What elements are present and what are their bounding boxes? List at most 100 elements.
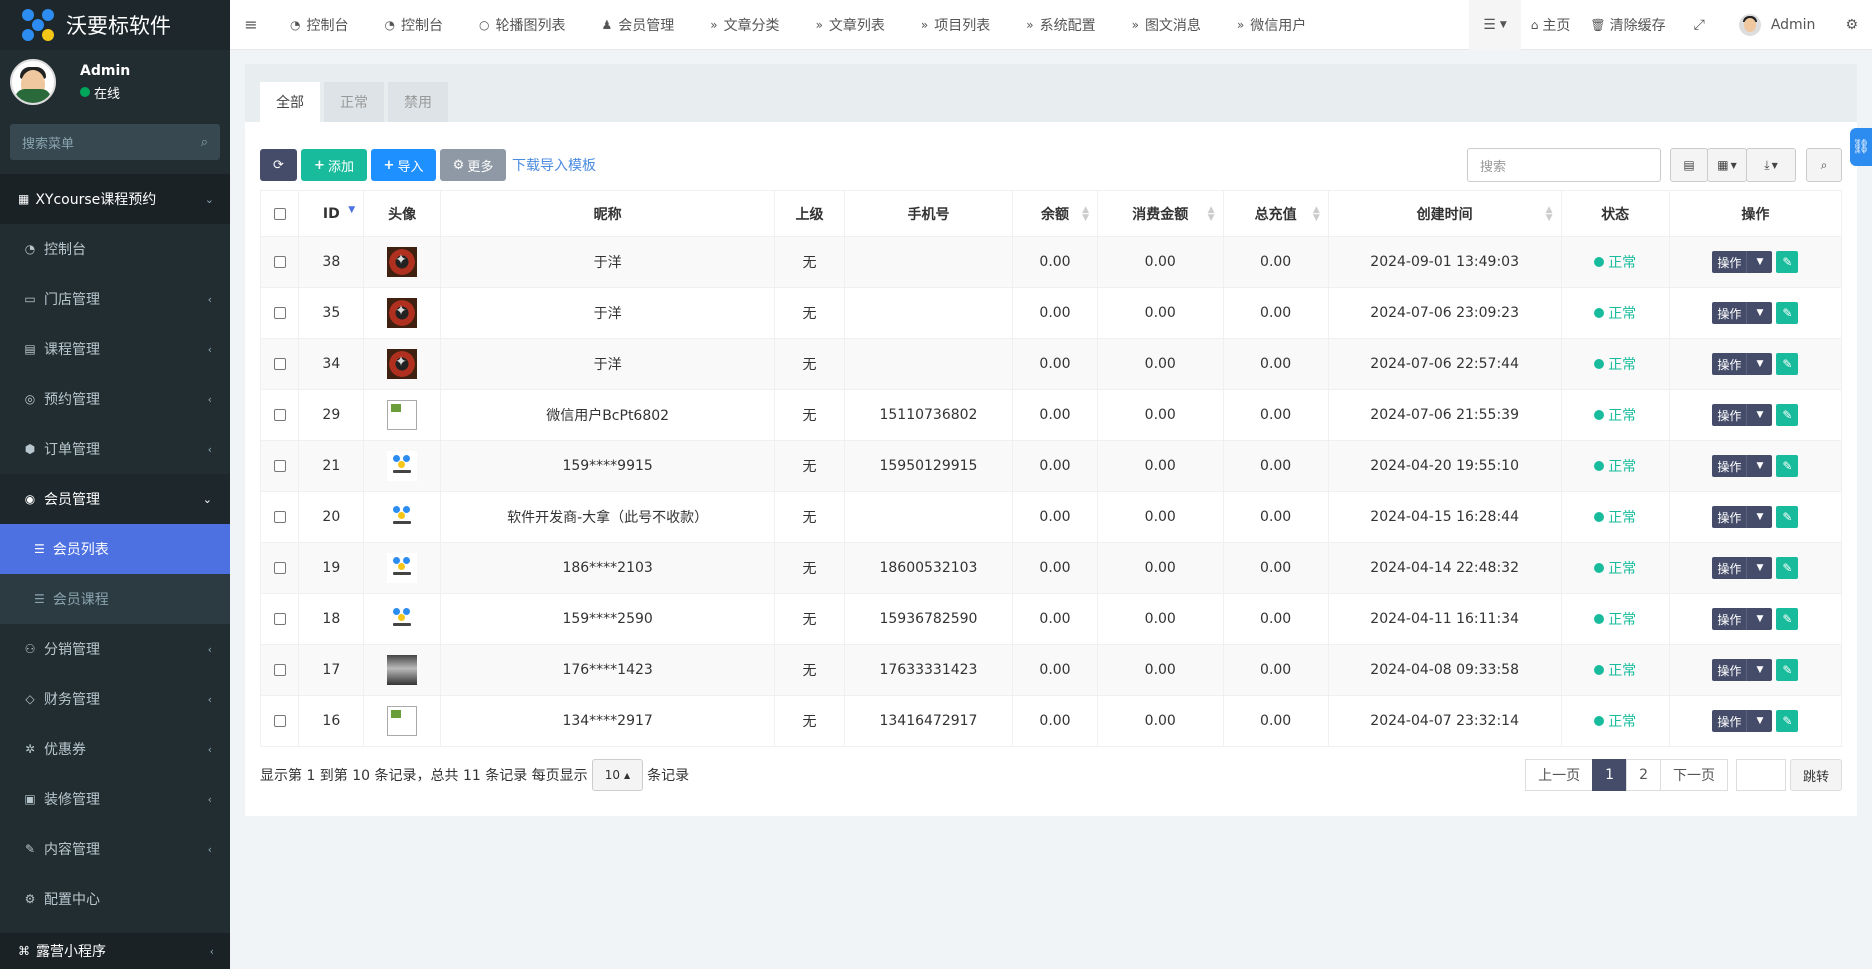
edit-icon[interactable]: ✎ <box>1776 302 1799 324</box>
nav-tab-article-category[interactable]: » 文章分类 <box>692 0 797 50</box>
menu-group-xycourse[interactable]: ▦ XYcourse课程预约 ⌄ <box>0 174 230 224</box>
download-template-link[interactable]: 下载导入模板 <box>512 155 596 175</box>
prev-page-button[interactable]: 上一页 <box>1525 759 1594 791</box>
nav-tab-dashboard-2[interactable]: ◔ 控制台 <box>366 0 460 50</box>
operation-button[interactable]: 操作 <box>1712 710 1747 732</box>
edit-icon[interactable]: ✎ <box>1776 506 1799 528</box>
nav-tab-wechat-user[interactable]: » 微信用户 <box>1219 0 1324 50</box>
search-button[interactable]: ⌕ <box>1806 148 1842 182</box>
row-checkbox[interactable] <box>273 256 286 268</box>
nav-tab-project-list[interactable]: » 项目列表 <box>903 0 1008 50</box>
sidebar-item-finance[interactable]: ◇ 财务管理 ‹ <box>0 674 230 724</box>
sidebar-item-decoration[interactable]: ▣ 装修管理 ‹ <box>0 774 230 824</box>
sidebar-item-distribution[interactable]: ⚇ 分销管理 ‹ <box>0 624 230 674</box>
status-badge[interactable]: 正常 <box>1594 456 1636 476</box>
page-1-button[interactable]: 1 <box>1592 759 1628 791</box>
edit-icon[interactable]: ✎ <box>1776 710 1799 732</box>
sidebar-item-coupon[interactable]: ✲ 优惠券 ‹ <box>0 724 230 774</box>
more-button[interactable]: ⚙ 更多 <box>440 149 506 181</box>
col-id[interactable]: ID ▼ <box>298 190 365 237</box>
row-checkbox[interactable] <box>273 409 286 421</box>
operation-button[interactable]: 操作 <box>1712 251 1747 273</box>
nav-tab-news[interactable]: » 图文消息 <box>1114 0 1219 50</box>
nav-tab-article-list[interactable]: » 文章列表 <box>798 0 903 50</box>
sidebar-item-config[interactable]: ⚙ 配置中心 <box>0 874 230 924</box>
status-badge[interactable]: 正常 <box>1594 405 1636 425</box>
sidebar-item-member[interactable]: ◉ 会员管理 ⌄ <box>0 474 230 524</box>
caret-down-icon[interactable]: ▼ <box>1746 353 1773 375</box>
row-checkbox[interactable] <box>273 307 286 319</box>
tab-disabled[interactable]: 禁用 <box>388 82 448 122</box>
sidebar-subitem-member-list[interactable]: ☰ 会员列表 <box>0 524 230 574</box>
import-button[interactable]: + 导入 <box>371 149 436 181</box>
edit-icon[interactable]: ✎ <box>1776 608 1799 630</box>
edit-icon[interactable]: ✎ <box>1776 251 1799 273</box>
home-link[interactable]: ⌂ 主页 <box>1521 0 1581 50</box>
row-checkbox[interactable] <box>273 562 286 574</box>
row-checkbox[interactable] <box>273 715 286 727</box>
status-badge[interactable]: 正常 <box>1594 609 1636 629</box>
caret-down-icon[interactable]: ▼ <box>1746 506 1773 528</box>
status-badge[interactable]: 正常 <box>1594 303 1636 323</box>
sidebar-item-store[interactable]: ▭ 门店管理 ‹ <box>0 274 230 324</box>
menu-group-camping[interactable]: ⌘ 露营小程序 ‹ <box>0 933 230 969</box>
caret-down-icon[interactable]: ▼ <box>1746 302 1773 324</box>
operation-button[interactable]: 操作 <box>1712 506 1747 528</box>
refresh-button[interactable]: ⟳ <box>260 149 297 181</box>
tab-all[interactable]: 全部 <box>260 82 320 122</box>
operation-button[interactable]: 操作 <box>1712 608 1747 630</box>
operation-button[interactable]: 操作 <box>1712 659 1747 681</box>
jump-button[interactable]: 跳转 <box>1789 759 1842 791</box>
columns-button[interactable]: ▦ ▼ <box>1707 148 1747 182</box>
nav-tab-dashboard-1[interactable]: ◔ 控制台 <box>272 0 366 50</box>
operation-button[interactable]: 操作 <box>1712 302 1747 324</box>
operation-button[interactable]: 操作 <box>1712 353 1747 375</box>
row-checkbox[interactable] <box>273 460 286 472</box>
add-button[interactable]: + 添加 <box>301 149 367 181</box>
status-badge[interactable]: 正常 <box>1594 711 1636 731</box>
col-recharge[interactable]: 总充值 ▲ ▼ <box>1222 190 1329 237</box>
row-checkbox[interactable] <box>273 511 286 523</box>
caret-down-icon[interactable]: ▼ <box>1746 251 1773 273</box>
status-badge[interactable]: 正常 <box>1594 252 1636 272</box>
side-link-icon[interactable]: ⛓ <box>1850 128 1872 166</box>
caret-down-icon[interactable]: ▼ <box>1746 659 1773 681</box>
sidebar-toggle-icon[interactable]: ≡ <box>230 15 272 34</box>
select-all-checkbox[interactable] <box>273 207 286 220</box>
tab-normal[interactable]: 正常 <box>324 82 384 122</box>
page-size-dropdown[interactable]: 10 ▲ <box>591 759 644 791</box>
row-checkbox[interactable] <box>273 664 286 676</box>
col-spent[interactable]: 消费金额 ▲ ▼ <box>1097 190 1224 237</box>
col-created[interactable]: 创建时间 ▲ ▼ <box>1327 190 1562 237</box>
sidebar-item-booking[interactable]: ◎ 预约管理 ‹ <box>0 374 230 424</box>
export-button[interactable]: ⤓ ▼ <box>1746 148 1796 182</box>
nav-tab-member[interactable]: ♟ 会员管理 <box>583 0 692 50</box>
jump-page-input[interactable] <box>1735 759 1786 791</box>
clear-cache-button[interactable]: 🗑 清除缓存 <box>1580 0 1675 50</box>
page-2-button[interactable]: 2 <box>1626 759 1661 791</box>
row-checkbox[interactable] <box>273 613 286 625</box>
edit-icon[interactable]: ✎ <box>1776 455 1799 477</box>
status-badge[interactable]: 正常 <box>1594 354 1636 374</box>
fullscreen-icon[interactable]: ⤢ <box>1676 0 1723 50</box>
nav-tab-banner-list[interactable]: ○ 轮播图列表 <box>461 0 583 50</box>
operation-button[interactable]: 操作 <box>1712 557 1747 579</box>
row-checkbox[interactable] <box>273 358 286 370</box>
next-page-button[interactable]: 下一页 <box>1659 759 1728 791</box>
edit-icon[interactable]: ✎ <box>1776 557 1799 579</box>
admin-menu[interactable]: Admin <box>1723 0 1832 50</box>
sidebar-item-dashboard[interactable]: ◔ 控制台 <box>0 224 230 274</box>
sidebar-item-course[interactable]: ▤ 课程管理 ‹ <box>0 324 230 374</box>
status-badge[interactable]: 正常 <box>1594 558 1636 578</box>
col-balance[interactable]: 余额 ▲ ▼ <box>1011 190 1099 237</box>
settings-gears-icon[interactable]: ⚙ <box>1831 0 1872 50</box>
tab-list-dropdown[interactable]: ☰ ▼ <box>1469 0 1521 50</box>
operation-button[interactable]: 操作 <box>1712 404 1747 426</box>
edit-icon[interactable]: ✎ <box>1776 659 1799 681</box>
menu-search-input[interactable]: 搜索菜单 ⌕ <box>10 124 220 160</box>
table-search-input[interactable]: 搜索 <box>1467 148 1661 182</box>
caret-down-icon[interactable]: ▼ <box>1746 608 1773 630</box>
caret-down-icon[interactable]: ▼ <box>1746 710 1773 732</box>
sidebar-item-content[interactable]: ✎ 内容管理 ‹ <box>0 824 230 874</box>
nav-tab-system-config[interactable]: » 系统配置 <box>1008 0 1113 50</box>
